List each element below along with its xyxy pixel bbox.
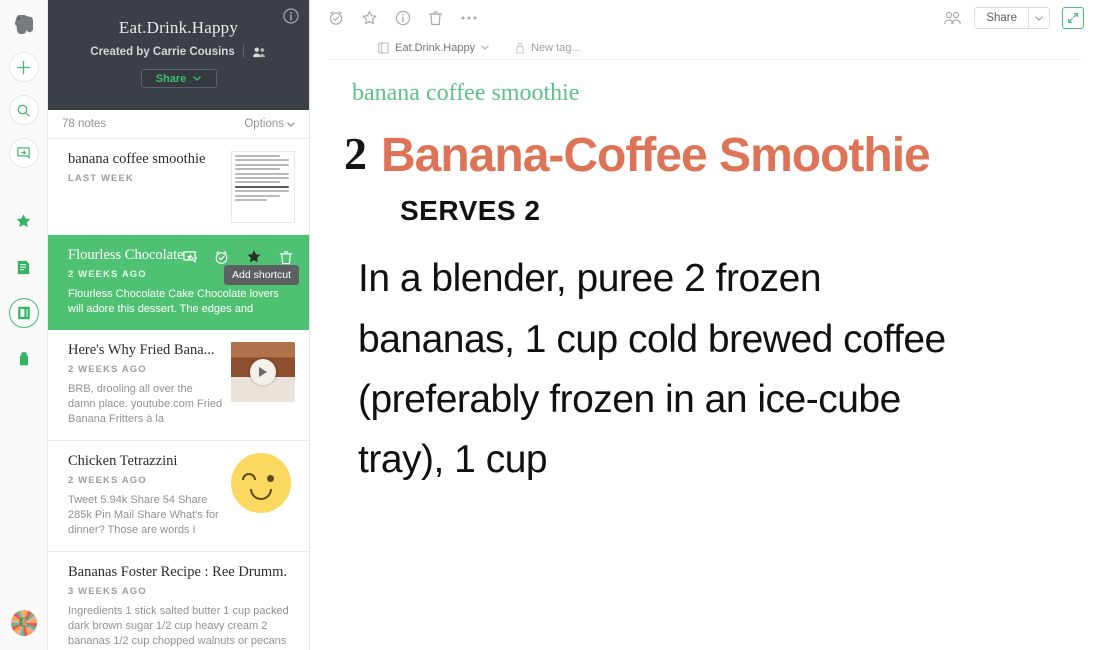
notebook-creator: Created by Carrie Cousins [90, 45, 235, 58]
chevron-down-icon [481, 45, 489, 50]
emoji-mouth [250, 489, 272, 500]
notebook-name: Eat.Drink.Happy [395, 41, 476, 54]
note-meta-bar: Eat.Drink.Happy New tag... [328, 36, 1082, 60]
note-list-toolbar: 78 notes Options [48, 110, 309, 139]
notebook-selector[interactable]: Eat.Drink.Happy [378, 42, 489, 54]
shortcut-icon[interactable] [182, 250, 197, 265]
more-icon[interactable] [460, 15, 478, 21]
people-icon[interactable] [252, 46, 267, 58]
wink-emoji-thumbnail [231, 453, 291, 513]
note-item-snippet: Tweet 5.94k Share 54 Share 285k Pin Mail… [68, 494, 219, 536]
chevron-down-icon [287, 121, 295, 127]
list-item[interactable]: Bananas Foster Recipe : Ree Drumm. 3 WEE… [48, 552, 309, 650]
chevron-down-icon [193, 76, 202, 81]
info-icon[interactable] [283, 8, 299, 24]
note-count: 78 notes [62, 118, 107, 130]
share-button-group[interactable]: Share [974, 7, 1050, 29]
emoji-eye [267, 475, 274, 482]
sidebar-item-notebooks[interactable] [8, 298, 39, 328]
scan-heading-row: 2 Banana-Coffee Smoothie [344, 128, 984, 182]
note-item-date: 2 WEEKS AGO [68, 475, 147, 486]
subtitle-divider [242, 45, 244, 58]
reminder-icon[interactable] [328, 10, 344, 26]
recipe-number: 2 [344, 128, 367, 179]
text-scan-thumbnail [231, 151, 295, 223]
scanned-recipe-image: 2 Banana-Coffee Smoothie SERVES 2 In a b… [344, 128, 984, 491]
evernote-app-window: C Eat.Drink.Happy Created by Carrie Cous… [0, 0, 1100, 650]
sidebar-item-notes[interactable] [9, 252, 39, 282]
star-icon[interactable] [361, 10, 378, 27]
trash-icon[interactable] [279, 250, 293, 265]
editor-toolbar-right: Share [943, 7, 1084, 29]
note-item-date: 3 WEEKS AGO [68, 586, 147, 597]
notebook-icon [378, 41, 389, 54]
evernote-elephant-logo[interactable] [9, 9, 39, 39]
note-title[interactable]: banana coffee smoothie [310, 60, 1100, 107]
trash-icon[interactable] [428, 10, 443, 26]
note-item-snippet: BRB, drooling all over the damn place. y… [68, 383, 223, 425]
note-thumbnail [231, 342, 295, 427]
note-item-title: Bananas Foster Recipe : Ree Drumm. [68, 564, 288, 580]
note-content[interactable]: 2 Banana-Coffee Smoothie SERVES 2 In a b… [310, 107, 1100, 650]
tooltip: Add shortcut [224, 265, 299, 285]
note-list-column: Eat.Drink.Happy Created by Carrie Cousin… [48, 0, 310, 650]
people-icon[interactable] [943, 11, 962, 25]
play-icon [259, 367, 267, 377]
left-icon-rail: C [0, 0, 48, 650]
new-note-button[interactable] [8, 52, 39, 82]
notebook-subtitle: Created by Carrie Cousins [48, 45, 309, 58]
user-avatar[interactable]: C [11, 610, 37, 636]
note-item-date: 2 WEEKS AGO [68, 364, 147, 375]
sidebar-item-shortcuts[interactable] [9, 206, 39, 236]
food-video-thumbnail [231, 342, 295, 402]
note-item-snippet: Flourless Chocolate Cake Chocolate lover… [68, 288, 279, 315]
shortcut-note-icon[interactable] [8, 138, 39, 168]
list-item[interactable]: banana coffee smoothie LAST WEEK [48, 139, 309, 235]
notebook-title: Eat.Drink.Happy [118, 18, 239, 37]
list-item[interactable]: Here's Why Fried Bana... 2 WEEKS AGO BRB… [48, 330, 309, 441]
recipe-heading: Banana-Coffee Smoothie [381, 129, 931, 182]
note-item-body: Chicken Tetrazzini 2 WEEKS AGO Tweet 5.9… [68, 453, 223, 538]
sidebar-item-tags[interactable] [9, 344, 39, 374]
tag-icon [515, 42, 525, 54]
note-item-title: banana coffee smoothie [68, 151, 206, 167]
tag-placeholder: New tag... [531, 41, 581, 54]
share-dropdown-button[interactable] [1029, 15, 1049, 21]
list-item[interactable]: Chicken Tetrazzini 2 WEEKS AGO Tweet 5.9… [48, 441, 309, 552]
note-thumbnail [231, 453, 295, 538]
editor-toolbar: Share [310, 0, 1100, 36]
note-item-body: Bananas Foster Recipe : Ree Drumm. 3 WEE… [68, 564, 295, 649]
notebook-share-label: Share [155, 72, 187, 85]
note-item-body: Here's Why Fried Bana... 2 WEEKS AGO BRB… [68, 342, 223, 427]
note-list[interactable]: banana coffee smoothie LAST WEEK Flourle… [48, 139, 309, 650]
tag-input[interactable]: New tag... [515, 42, 581, 54]
note-item-actions [182, 249, 293, 265]
editor-toolbar-left [328, 10, 478, 27]
note-item-title: Chicken Tetrazzini [68, 453, 178, 469]
list-item-selected[interactable]: Flourless Chocolate ... 2 WEEKS AGO Flou… [48, 235, 309, 330]
recipe-serves: SERVES 2 [400, 195, 541, 227]
notebook-header: Eat.Drink.Happy Created by Carrie Cousin… [48, 0, 309, 110]
search-button[interactable] [8, 95, 39, 125]
expand-button[interactable] [1062, 7, 1084, 29]
options-button[interactable]: Options [244, 118, 295, 130]
note-editor: Share Eat.Drink.Happy New tag... banana … [310, 0, 1100, 650]
info-icon[interactable] [395, 10, 411, 26]
share-button[interactable]: Share [975, 12, 1028, 24]
note-item-body: banana coffee smoothie LAST WEEK [68, 151, 223, 221]
notebook-share-button[interactable]: Share [140, 69, 217, 88]
options-label: Options [244, 118, 284, 130]
reminder-icon[interactable] [214, 250, 229, 265]
note-item-title: Here's Why Fried Bana... [68, 342, 215, 358]
note-item-snippet: Ingredients 1 stick salted butter 1 cup … [68, 605, 289, 647]
note-item-date: LAST WEEK [68, 173, 134, 184]
note-thumbnail [231, 151, 295, 223]
star-icon[interactable] [246, 249, 262, 265]
emoji-wink-eye [242, 473, 256, 480]
recipe-body-text: In a blender, puree 2 frozen bananas, 1 … [358, 257, 946, 482]
